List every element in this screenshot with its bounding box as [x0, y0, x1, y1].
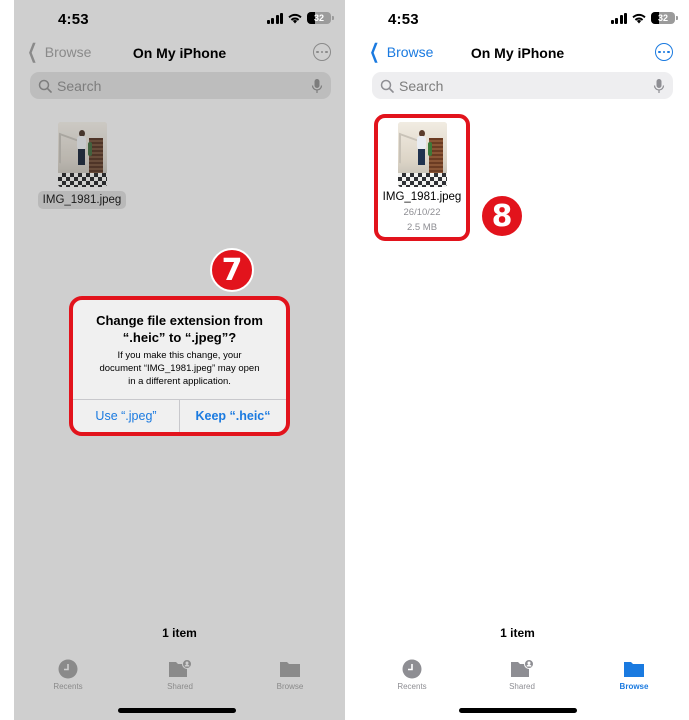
more-options-button[interactable] [655, 43, 673, 61]
use-jpeg-button[interactable]: Use “.jpeg” [73, 400, 179, 432]
file-thumbnail [57, 122, 107, 187]
page-title: On My iPhone [470, 45, 565, 61]
alert-message: If you make this change, your document “… [83, 349, 276, 388]
tab-browse[interactable]: Browse [604, 658, 664, 691]
page-title: On My iPhone [132, 45, 227, 61]
keep-heic-button[interactable]: Keep “.heic“ [179, 400, 286, 432]
cellular-signal-icon [266, 12, 283, 24]
tab-bar: Recents Shared Browse [14, 658, 345, 698]
item-count: 1 item [500, 626, 535, 640]
tab-label: Recents [397, 682, 427, 691]
battery-icon: 32 [307, 12, 334, 24]
status-time: 4:53 [58, 11, 89, 28]
ellipsis-icon [658, 50, 661, 54]
step-badge: 7 [210, 248, 254, 292]
alert-message-line: If you make this change, your [117, 350, 242, 361]
tab-shared[interactable]: Shared [492, 658, 552, 691]
battery-level: 32 [313, 13, 324, 23]
file-item[interactable]: IMG_1981.jpeg [34, 122, 130, 209]
status-bar: 4:53 32 [14, 0, 345, 40]
microphone-icon[interactable] [653, 78, 665, 94]
file-date: 26/10/22 [403, 207, 441, 218]
alert-message-line: in a different application. [128, 376, 231, 387]
file-name[interactable]: IMG_1981.jpeg [37, 191, 127, 209]
right-phone-screen: 4:53 32 ❮ Browse On My iPhone Search IMG… [346, 0, 689, 720]
status-bar: 4:53 32 [346, 0, 689, 40]
tab-label: Shared [509, 682, 535, 691]
more-options-button[interactable] [313, 43, 331, 61]
search-field[interactable]: Search [372, 72, 673, 99]
file-item[interactable]: IMG_1981.jpeg 26/10/22 2.5 MB [374, 114, 470, 241]
wifi-icon [632, 13, 646, 24]
tab-label: Recents [53, 682, 83, 691]
alert-actions: Use “.jpeg” Keep “.heic“ [73, 399, 286, 432]
tab-recents[interactable]: Recents [382, 658, 442, 691]
tab-bar: Recents Shared Browse [346, 658, 689, 698]
cellular-signal-icon [610, 12, 627, 24]
item-count: 1 item [162, 626, 197, 640]
search-placeholder: Search [57, 77, 102, 94]
file-name[interactable]: IMG_1981.jpeg [383, 191, 462, 203]
search-icon [380, 79, 394, 93]
search-field[interactable]: Search [30, 72, 331, 99]
search-placeholder: Search [399, 77, 444, 94]
alert-title: Change file extension from “.heic” to “.… [83, 312, 276, 346]
status-time: 4:53 [388, 11, 419, 28]
tab-shared[interactable]: Shared [150, 658, 210, 691]
home-indicator[interactable] [117, 708, 236, 713]
folder-icon [624, 662, 644, 677]
tab-browse[interactable]: Browse [260, 658, 320, 691]
tab-recents[interactable]: Recents [38, 658, 98, 691]
tab-label: Shared [167, 682, 193, 691]
shared-folder-icon [511, 659, 534, 677]
navigation-bar: ❮ Browse On My iPhone [14, 40, 345, 68]
alert-message-line: document “IMG_1981.jpeg” may open [99, 363, 260, 374]
clock-icon [402, 659, 422, 679]
alert-title-line: Change file extension from [96, 313, 263, 328]
status-icons: 32 [266, 12, 334, 24]
folder-icon [280, 662, 300, 677]
alert-title-line: “.heic” to “.jpeg”? [122, 330, 237, 345]
file-thumbnail [397, 122, 447, 187]
search-icon [38, 79, 52, 93]
tab-label: Browse [276, 682, 304, 691]
ellipsis-icon [316, 50, 319, 54]
shared-folder-icon [169, 659, 192, 677]
left-phone-screen: 4:53 32 ❮ Browse On My iPhone Search IMG… [14, 0, 345, 720]
file-size: 2.5 MB [406, 222, 438, 233]
wifi-icon [288, 13, 302, 24]
tab-label: Browse [619, 682, 649, 691]
status-icons: 32 [610, 12, 678, 24]
microphone-icon[interactable] [311, 78, 323, 94]
step-badge: 8 [480, 194, 524, 238]
home-indicator[interactable] [458, 708, 577, 713]
change-extension-alert: Change file extension from “.heic” to “.… [69, 296, 290, 436]
battery-icon: 32 [651, 12, 678, 24]
navigation-bar: ❮ Browse On My iPhone [346, 40, 689, 68]
battery-level: 32 [657, 13, 668, 23]
clock-icon [58, 659, 78, 679]
